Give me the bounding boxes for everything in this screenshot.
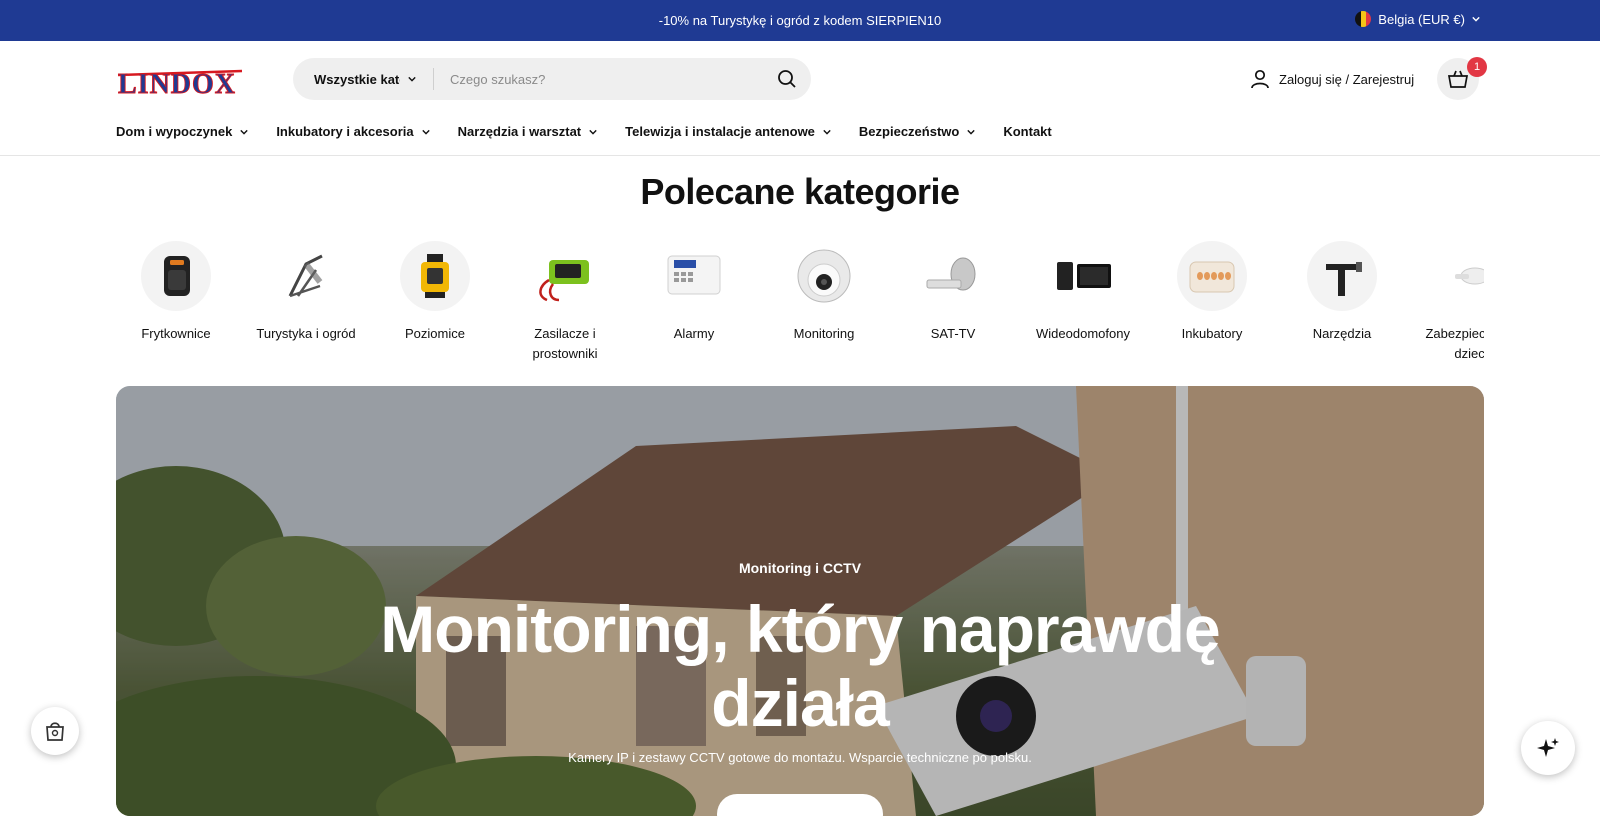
search-divider (433, 68, 434, 90)
user-icon (1251, 69, 1269, 89)
shopping-bag-icon (46, 722, 64, 741)
belgium-flag-icon (1355, 11, 1372, 27)
dome-camera-icon (789, 241, 859, 311)
search-category-select[interactable]: Wszystkie kategorie (293, 72, 433, 87)
category-label: Zabezpieczenia dzieci (1425, 326, 1484, 361)
hero-cta-button[interactable] (717, 794, 883, 816)
satellite-dish-icon (918, 241, 988, 311)
account-label: Zaloguj się / Zarejestruj (1279, 71, 1415, 87)
featured-categories-title: Polecane kategorie (640, 171, 960, 212)
chevron-down-icon (823, 129, 831, 135)
category-inkubatory[interactable]: Inkubatory (1152, 241, 1272, 344)
nav-item-dom-i-wypoczynek[interactable]: Dom i wypoczynek (116, 124, 249, 139)
category-wideodomofony[interactable]: Wideodomofony (1023, 241, 1143, 344)
lindox-logo[interactable]: LINDOX LINDOX (116, 61, 248, 97)
nav-item-label: Telewizja i instalacje antenowe (625, 124, 815, 139)
shopping-bag-widget[interactable] (31, 707, 79, 755)
category-label: Turystyka i ogród (256, 326, 356, 341)
ai-assistant-button[interactable] (1521, 721, 1575, 775)
nav-item-inkubatory[interactable]: Inkubatory i akcesoria (276, 124, 430, 139)
country-label: Belgia (EUR €) (1378, 11, 1465, 27)
category-poziomice[interactable]: Poziomice (375, 241, 495, 344)
announcement-bar: -10% na Turystykę i ogród z kodem SIERPI… (0, 0, 1600, 41)
category-turystyka[interactable]: Turystyka i ogród (246, 241, 366, 344)
chevron-down-icon (240, 129, 249, 135)
nav-item-label: Narzędzia i warsztat (457, 124, 582, 139)
battery-charger-icon (530, 241, 600, 311)
search-bar: Wszystkie kategorie (293, 58, 811, 100)
chevron-down-icon (421, 129, 430, 135)
cart-count-badge: 1 (1467, 57, 1487, 77)
country-selector[interactable]: Belgia (EUR €) (1355, 11, 1480, 27)
chevron-down-icon (589, 129, 597, 135)
nav-item-narzedzia[interactable]: Narzędzia i warsztat (458, 124, 598, 139)
chevron-down-icon (1472, 16, 1480, 22)
category-label: Alarmy (673, 326, 715, 341)
category-zabezpieczenia[interactable]: Zabezpieczenia dzieci (1411, 241, 1484, 364)
laser-level-icon (400, 241, 470, 311)
category-monitoring[interactable]: Monitoring (764, 241, 884, 344)
category-alarmy[interactable]: Alarmy (634, 241, 754, 344)
category-label: Inkubatory (1181, 326, 1243, 341)
category-label: Zasilacze i prostowniki (532, 326, 598, 361)
nav-item-kontakt[interactable]: Kontakt (1003, 124, 1051, 139)
category-label: Wideodomofony (1036, 326, 1130, 341)
nav-item-label: Inkubatory i akcesoria (276, 124, 414, 139)
incubator-icon (1177, 241, 1247, 311)
chevron-down-icon (967, 129, 976, 135)
hero-banner[interactable]: Monitoring i CCTV Monitoring, który napr… (116, 386, 1484, 816)
account-link[interactable]: Zaloguj się / Zarejestruj (1250, 69, 1414, 89)
category-carousel: Frytkownice Turystyka i ogród Poziomice … (116, 241, 1484, 366)
category-label: Narzędzia (1312, 326, 1372, 341)
alarm-panel-icon (659, 241, 729, 311)
category-label: SAT-TV (930, 326, 976, 341)
tool-icon (1307, 241, 1377, 311)
main-navigation: Dom i wypoczynek Inkubatory i akcesoria … (0, 113, 1600, 156)
search-input[interactable] (450, 71, 770, 87)
nav-item-telewizja[interactable]: Telewizja i instalacje antenowe (625, 124, 831, 139)
category-label: Poziomice (405, 326, 465, 341)
category-frytkownice[interactable]: Frytkownice (116, 241, 236, 344)
category-label: Frytkownice (141, 326, 211, 341)
category-narzedzia[interactable]: Narzędzia (1282, 241, 1402, 344)
category-label: Monitoring (793, 326, 855, 341)
nav-item-bezpieczenstwo[interactable]: Bezpieczeństwo (858, 124, 976, 139)
lounger-chair-icon (271, 241, 341, 311)
air-fryer-icon (141, 241, 211, 311)
nav-item-label: Bezpieczeństwo (858, 124, 960, 139)
hero-subtitle: Kamery IP i zestawy CCTV gotowe do monta… (568, 750, 1032, 765)
site-header: LINDOX LINDOX Wszystkie kategorie Zalogu… (0, 41, 1600, 113)
basket-icon (1447, 70, 1469, 88)
category-zasilacze[interactable]: Zasilacze i prostowniki (505, 241, 625, 364)
child-safety-icon (1436, 241, 1484, 311)
video-intercom-icon (1048, 241, 1118, 311)
hero-eyebrow: Monitoring i CCTV (738, 560, 862, 576)
search-category-label: Wszystkie kategorie (314, 71, 400, 87)
hero-headline: Monitoring, który naprawdę działa (380, 592, 1220, 740)
nav-item-label: Kontakt (1003, 124, 1052, 139)
chevron-down-icon (408, 76, 416, 82)
sparkle-icon (1537, 738, 1559, 757)
category-sat-tv[interactable]: SAT-TV (893, 241, 1013, 344)
nav-item-label: Dom i wypoczynek (116, 124, 233, 139)
logo-text-outline: LINDOX (118, 69, 236, 97)
search-icon[interactable] (777, 69, 797, 89)
nav-list: Dom i wypoczynek Inkubatory i akcesoria … (116, 124, 1052, 139)
